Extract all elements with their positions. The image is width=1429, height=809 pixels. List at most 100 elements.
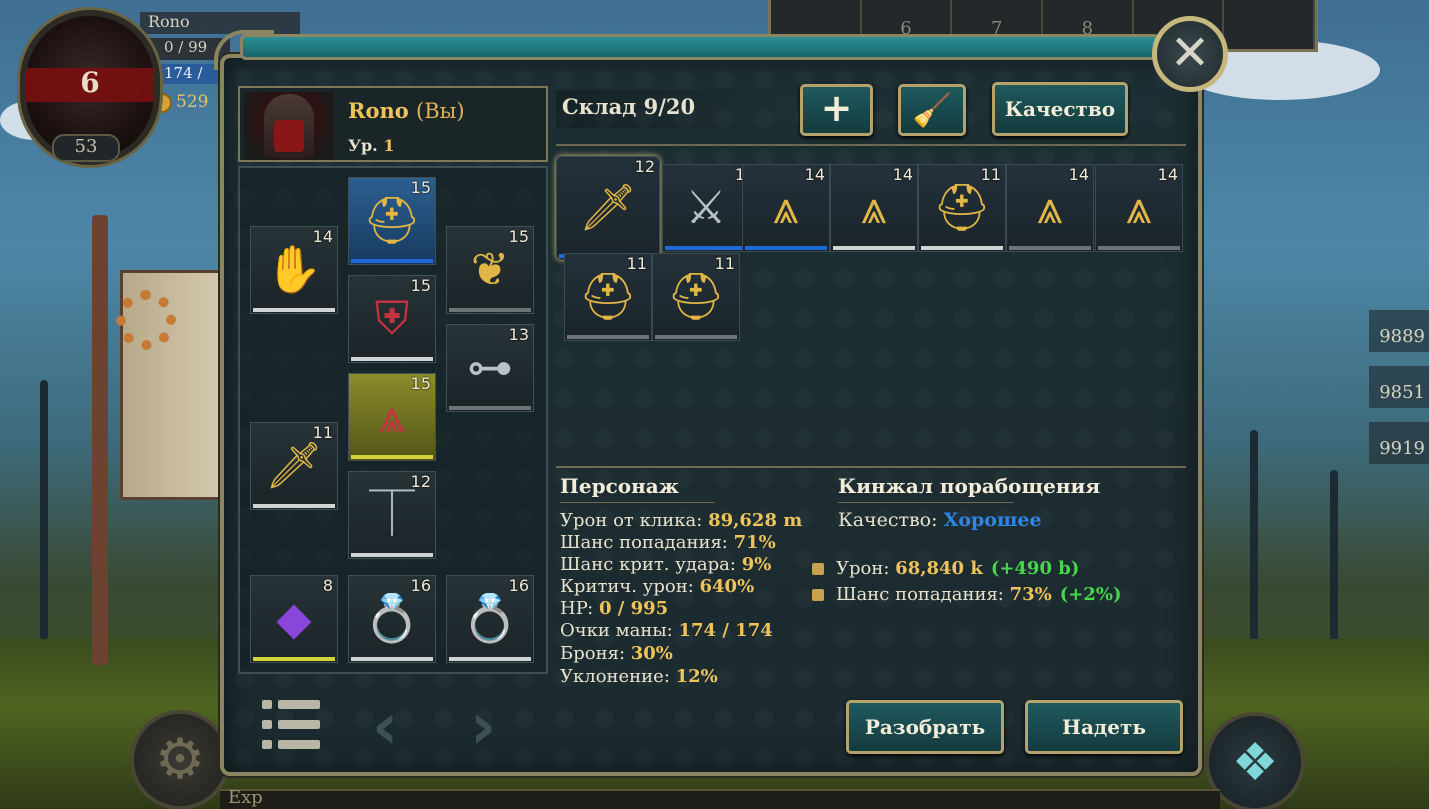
belt-icon: ⊶ [467, 340, 513, 394]
stat-line: Шанс крит. удара: 9% [560, 554, 771, 575]
inventory-item[interactable]: ⛑ 11 [918, 164, 1006, 252]
stat-line: HP: 0 / 995 [560, 598, 668, 619]
tree [1250, 430, 1258, 660]
inventory-item[interactable]: ⛑ 11 [652, 253, 740, 341]
inventory-item[interactable]: ⩓ 14 [1006, 164, 1094, 252]
sort-quality-button[interactable]: Качество [992, 82, 1128, 136]
quality-bar [449, 406, 531, 410]
stat-value: 174 / 174 [678, 620, 773, 641]
item-title: Кинжал порабощения [838, 474, 1101, 498]
item-bonus: Урон: 68,840 k (+490 b) [812, 558, 1079, 579]
list-line [278, 720, 320, 729]
item-level: 11 [626, 254, 647, 273]
add-slots-button[interactable]: + [800, 84, 873, 136]
hud-gold-value: 529 [176, 92, 209, 112]
close-button[interactable]: ✕ [1152, 16, 1228, 92]
inventory-item[interactable]: ⚔ 1 [662, 164, 750, 252]
item-level: 15 [410, 178, 431, 197]
item-level: 11 [714, 254, 735, 273]
dismantle-button[interactable]: Разобрать [846, 700, 1004, 754]
bonus-value: 73% [1009, 584, 1052, 605]
helmet-icon: ⛑ [666, 269, 726, 323]
item-level: 16 [508, 576, 529, 595]
quality-bar [449, 657, 531, 661]
chevron-left-icon[interactable]: ‹ [372, 690, 398, 764]
bullet-icon [812, 589, 824, 601]
character-portrait [244, 92, 334, 160]
quality-bar [921, 246, 1003, 250]
hud-rank: 53 [52, 134, 120, 162]
quality-bar [351, 455, 433, 459]
inventory-item[interactable]: ⩓ 14 [1095, 164, 1183, 252]
pants-icon: ⩓ [861, 180, 887, 234]
equip-slot-belt[interactable]: ⊶ 13 [446, 324, 534, 412]
inventory-item[interactable]: 🗡 12 [556, 156, 660, 260]
quality-bar [253, 308, 335, 312]
list-icon[interactable] [262, 698, 322, 752]
character-level-value: 1 [383, 136, 395, 155]
list-dot [262, 700, 272, 709]
item-bonus: Шанс попадания: 73% (+2%) [812, 584, 1122, 605]
resource-value: 9851 [1379, 382, 1425, 403]
divider [560, 502, 715, 503]
pants-icon: ⩓ [1126, 180, 1152, 234]
crystal-icon[interactable]: ❖ [1205, 712, 1305, 809]
quality-bar [1098, 246, 1180, 250]
equip-button[interactable]: Надеть [1025, 700, 1183, 754]
item-quality: Качество: Хорошее [838, 509, 1042, 531]
pants-icon: ⩓ [379, 389, 405, 443]
inventory-item[interactable]: ⩓ 14 [830, 164, 918, 252]
pole [92, 215, 108, 665]
item-level: 13 [508, 325, 529, 344]
broom-icon[interactable]: 🧹 [898, 84, 966, 136]
equip-slot-ring-1[interactable]: 💍 16 [348, 575, 436, 663]
stat-line: Очки маны: 174 / 174 [560, 620, 773, 641]
stat-label: Уклонение: [560, 666, 670, 687]
character-level-label: Ур. [348, 136, 378, 155]
quality-bar [655, 335, 737, 339]
cog-decoration [116, 290, 176, 350]
chevron-right-icon[interactable]: › [470, 690, 496, 764]
stat-value: 30% [630, 643, 673, 664]
mask-icon [274, 120, 304, 152]
stat-label: Очки маны: [560, 620, 673, 641]
stat-label: Урон от клика: [560, 510, 703, 531]
pants-icon: ⩓ [1037, 180, 1063, 234]
ring-icon: 💍 [461, 591, 519, 645]
quality-bar [351, 357, 433, 361]
stats-title: Персонаж [560, 474, 679, 498]
stat-value: 89,628 m [708, 510, 803, 531]
equip-slot-armor[interactable]: ⛨ 15 [348, 275, 436, 363]
wings-icon: ❦ [470, 242, 510, 296]
list-line [278, 740, 320, 749]
stat-label: HP: [560, 598, 594, 619]
settings-gear-icon[interactable]: ⚙ [130, 710, 230, 809]
helmet-icon: ⛑ [578, 269, 638, 323]
equip-slot-weapon[interactable]: 🗡 11 [250, 422, 338, 510]
stat-value: 640% [699, 576, 755, 597]
stat-label: Шанс попадания: [560, 532, 728, 553]
item-level: 8 [322, 576, 333, 595]
inventory-item[interactable]: ⩓ 14 [742, 164, 830, 252]
equip-slot-ring-2[interactable]: 💍 16 [446, 575, 534, 663]
item-level: 12 [410, 472, 431, 491]
inventory-item[interactable]: ⛑ 11 [564, 253, 652, 341]
bullet-icon [812, 563, 824, 575]
equip-slot-helmet[interactable]: ⛑ 15 [348, 177, 436, 265]
bonus-value: 68,840 k [895, 558, 983, 579]
item-level: 11 [980, 165, 1001, 184]
hud-level: 6 [80, 66, 100, 99]
equip-slot-gloves[interactable]: ✋ 14 [250, 226, 338, 314]
toolbar-slot[interactable] [1224, 0, 1316, 49]
item-level: 11 [312, 423, 333, 442]
resource-blue-crystal: 9851 [1369, 366, 1429, 408]
stat-value: 71% [733, 532, 776, 553]
equip-slot-wings[interactable]: ❦ 15 [446, 226, 534, 314]
equip-slot-pants[interactable]: ⩓ 15 [348, 373, 436, 461]
armor-icon: ⛨ [374, 291, 410, 345]
character-name: Rono (Вы) [348, 98, 465, 123]
equip-slot-amulet[interactable]: ◆ 8 [250, 575, 338, 663]
equip-slot-boots[interactable]: ⏉ 12 [348, 471, 436, 559]
item-level: 16 [410, 576, 431, 595]
bonus-diff: (+2%) [1059, 584, 1122, 605]
